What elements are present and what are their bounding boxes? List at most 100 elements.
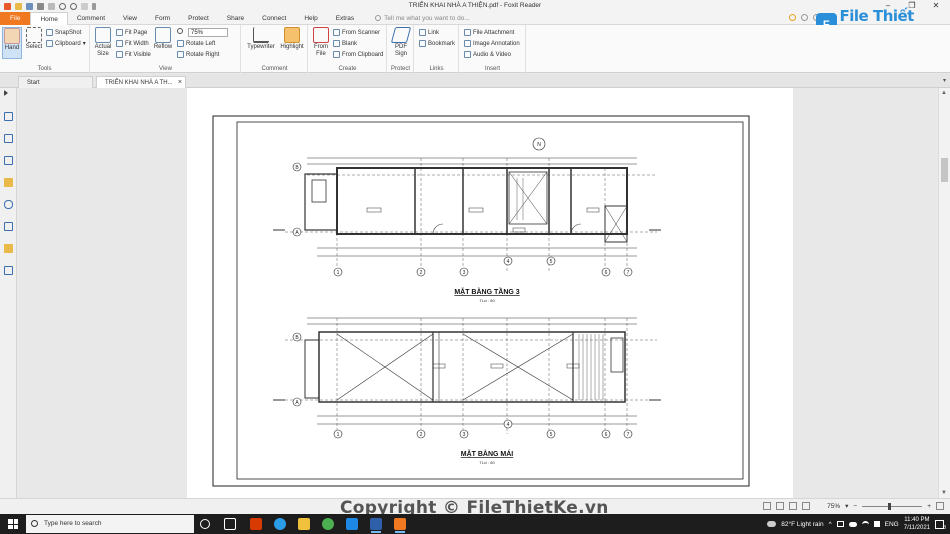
link-button[interactable]: Link [419, 29, 439, 36]
zoom-in-icon[interactable]: + [927, 503, 931, 510]
actual-size-icon [95, 27, 111, 43]
foxit-reader-taskbar-icon[interactable] [394, 518, 406, 533]
zoom-dropdown-icon[interactable]: ▾ [845, 502, 848, 510]
scrollbar-thumb[interactable] [941, 158, 948, 182]
pdf-sign-label: PDF Sign [394, 44, 407, 57]
security-lock-icon[interactable] [4, 244, 13, 253]
single-page-icon[interactable] [763, 502, 772, 510]
facing-page-icon[interactable] [789, 502, 798, 510]
tab-view[interactable]: View [114, 12, 146, 25]
edge-browser-icon[interactable] [274, 518, 286, 530]
office-app-icon[interactable] [250, 518, 262, 530]
zoom-slider-knob[interactable] [888, 502, 892, 510]
file-explorer-icon[interactable] [298, 518, 310, 530]
volume-icon[interactable] [873, 521, 880, 527]
tags-icon[interactable] [4, 266, 13, 275]
wifi-icon[interactable] [861, 520, 869, 528]
save-icon[interactable] [26, 2, 33, 10]
select-button[interactable]: Select [24, 27, 44, 51]
customize-icon[interactable] [92, 2, 96, 10]
fit-page-button[interactable]: Fit Page [116, 29, 147, 36]
fit-visible-button[interactable]: Fit Visible [116, 51, 151, 58]
fit-width-button[interactable]: Fit Width [116, 40, 149, 47]
attachments-icon[interactable] [4, 200, 13, 209]
typewriter-button[interactable]: Typewriter [246, 27, 276, 51]
tab-connect[interactable]: Connect [253, 12, 295, 25]
document-view[interactable]: B A 1 2 3 4 5 6 7 N MẶT BẰNG TẦNG 3 TLci… [17, 88, 938, 498]
from-clipboard-button[interactable]: From Clipboard [333, 51, 383, 58]
signatures-icon[interactable] [4, 222, 13, 231]
account-icon[interactable] [801, 14, 808, 21]
windows-start-icon[interactable] [8, 519, 18, 529]
layers-icon[interactable] [4, 156, 13, 165]
blank-button[interactable]: Blank [333, 40, 357, 47]
ribbon-tabs: File Home Comment View Form Protect Shar… [0, 11, 950, 25]
redo-icon[interactable] [70, 2, 77, 10]
tab-list-icon[interactable]: ▾ [943, 77, 946, 84]
rotate-left-button[interactable]: Rotate Left [177, 40, 215, 47]
chrome-icon[interactable] [322, 518, 334, 530]
vertical-scrollbar[interactable]: ▲ ▼ [938, 88, 950, 498]
tab-help[interactable]: Help [295, 12, 326, 25]
tab-form[interactable]: Form [146, 12, 179, 25]
zoom-select[interactable]: 75% [188, 28, 228, 37]
hand-button[interactable]: Hand [2, 27, 22, 59]
from-scanner-button[interactable]: From Scanner [333, 29, 380, 36]
zoom-level[interactable]: 75% [827, 503, 840, 510]
pages-icon[interactable] [4, 134, 13, 143]
pdf-sign-button[interactable]: PDF Sign [390, 27, 412, 58]
tell-me-search[interactable]: Tell me what you want to do... [375, 15, 470, 22]
select-cursor-icon [26, 27, 42, 43]
doc-tab-current[interactable]: TRIỂN KHAI NHÀ A TH... × [96, 76, 186, 88]
doc-tab-start[interactable]: Start [18, 76, 93, 88]
hand-tool-icon[interactable] [81, 2, 88, 10]
undo-icon[interactable] [59, 2, 66, 10]
group-label-view: View [159, 66, 172, 72]
clock[interactable]: 11:40 PM 7/11/2021 [904, 516, 930, 532]
tab-share[interactable]: Share [218, 12, 253, 25]
continuous-page-icon[interactable] [776, 502, 785, 510]
zoom-out-icon[interactable]: − [853, 503, 857, 510]
zalo-icon[interactable] [346, 518, 358, 530]
snapshot-button[interactable]: SnapShot [46, 29, 81, 36]
tab-comment[interactable]: Comment [68, 12, 114, 25]
rotate-right-button[interactable]: Rotate Right [177, 51, 219, 58]
network-icon[interactable] [836, 521, 844, 527]
weather-text[interactable]: 82°F Light rain [781, 521, 823, 528]
expand-panel-icon[interactable] [4, 90, 8, 96]
tray-chevron-icon[interactable]: ^ [829, 521, 832, 528]
reflow-button[interactable]: Reflow [153, 27, 173, 51]
revit-icon[interactable] [370, 518, 382, 533]
continuous-facing-icon[interactable] [802, 502, 811, 510]
new-icon[interactable] [48, 2, 55, 10]
clipboard-button[interactable]: Clipboard ▾ [46, 40, 86, 47]
bookmark-button[interactable]: Bookmark [419, 40, 455, 47]
theme-icon[interactable] [789, 14, 796, 21]
navigation-panel [0, 88, 17, 498]
image-annotation-button[interactable]: Image Annotation [464, 40, 520, 47]
tab-home[interactable]: Home [30, 11, 68, 25]
scroll-down-icon[interactable]: ▼ [941, 490, 947, 496]
notification-icon[interactable]: 3 [935, 519, 946, 531]
audio-video-button[interactable]: Audio & Video [464, 51, 511, 58]
print-icon[interactable] [37, 2, 44, 10]
tab-extras[interactable]: Extras [327, 12, 363, 25]
bookmarks-icon[interactable] [4, 112, 13, 121]
scroll-up-icon[interactable]: ▲ [941, 90, 947, 96]
taskbar-search[interactable]: Type here to search [26, 515, 194, 533]
fullscreen-icon[interactable] [936, 502, 944, 510]
zoom-slider[interactable] [862, 502, 923, 510]
cortana-icon[interactable] [200, 519, 210, 529]
file-attachment-button[interactable]: File Attachment [464, 29, 514, 36]
onedrive-icon[interactable] [848, 521, 857, 527]
open-icon[interactable] [15, 2, 22, 10]
tab-file[interactable]: File [0, 11, 31, 25]
comments-icon[interactable] [4, 178, 13, 187]
from-file-button[interactable]: From File [311, 27, 331, 58]
tab-protect[interactable]: Protect [179, 12, 218, 25]
language-indicator[interactable]: ENG [885, 521, 899, 528]
highlight-button[interactable]: Highlight [278, 27, 306, 51]
task-view-icon[interactable] [224, 518, 236, 530]
actual-size-button[interactable]: Actual Size [92, 27, 114, 58]
zoom-magnifier[interactable] [177, 28, 183, 34]
